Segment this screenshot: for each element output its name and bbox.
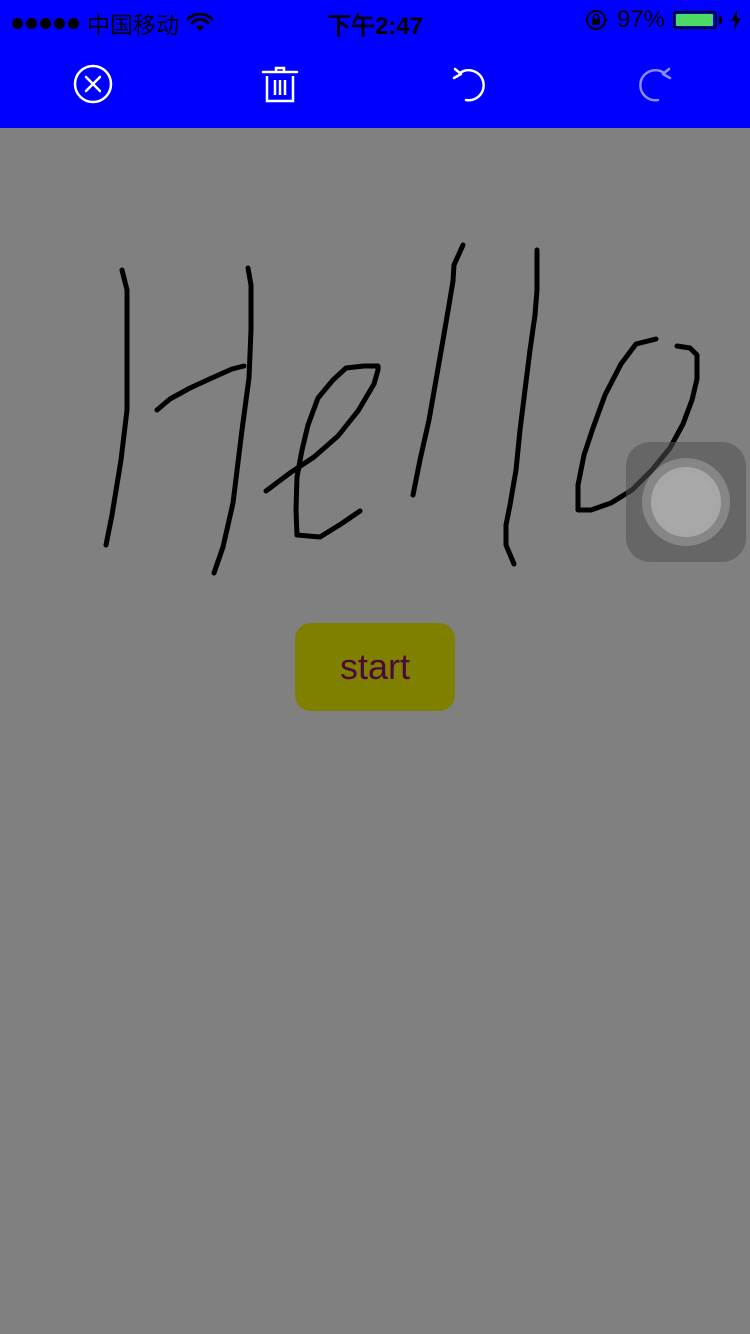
assistive-touch-ring-inner: [657, 473, 715, 531]
assistive-touch-button[interactable]: [626, 442, 746, 562]
stroke-l-second: [503, 247, 540, 567]
status-bar: 中国移动 下午2:47 97%: [0, 0, 750, 40]
redo-icon: [639, 67, 672, 102]
rotation-lock-icon: [585, 10, 608, 30]
status-right: 97%: [585, 6, 742, 34]
drawing-canvas[interactable]: [0, 128, 750, 1334]
undo-button[interactable]: [446, 62, 490, 106]
battery-tip: [719, 16, 722, 24]
assistive-touch-ring-outer: [642, 458, 730, 546]
stroke-h-bar: [154, 363, 247, 413]
stroke-h-right: [211, 265, 254, 576]
battery-fill: [676, 14, 713, 26]
stroke-h-left: [103, 267, 130, 548]
close-circle-icon: [73, 64, 113, 104]
assistive-touch-ring-middle: [651, 467, 721, 537]
clear-button[interactable]: [258, 62, 302, 106]
battery-percent: 97%: [616, 6, 665, 33]
battery-icon: [673, 11, 717, 29]
stroke-l-first: [410, 242, 466, 498]
top-toolbar: 中国移动 下午2:47 97%: [0, 0, 750, 128]
start-button[interactable]: start: [295, 623, 455, 711]
trash-icon: [261, 66, 299, 103]
redo-button[interactable]: [634, 62, 678, 106]
charging-bolt-icon: [731, 10, 741, 30]
close-button[interactable]: [71, 62, 115, 106]
stroke-e: [263, 363, 381, 540]
undo-icon: [452, 67, 485, 102]
